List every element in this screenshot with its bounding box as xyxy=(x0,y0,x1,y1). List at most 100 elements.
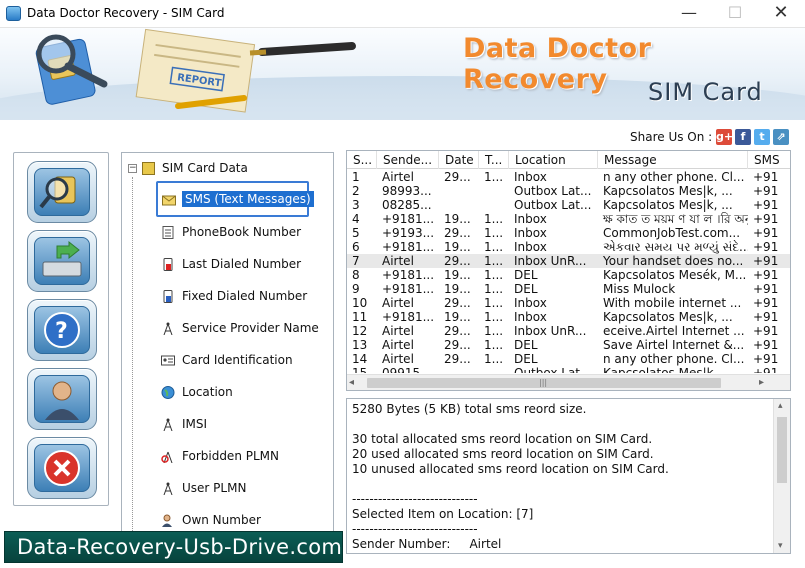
table-cell: Inbox xyxy=(514,212,547,226)
table-cell: +91 xyxy=(753,282,779,296)
table-row[interactable]: 9 +9181... 19... 1... DEL Miss Mulock +91 xyxy=(347,282,790,296)
footer-website: Data-Recovery-Usb-Drive.com xyxy=(17,535,343,559)
table-row[interactable]: 11 +9181... 19... 1... Inbox Kapcsolatos Mes|… xyxy=(347,310,790,324)
table-cell: n any other phone. Cl... xyxy=(603,352,745,366)
table-cell: 1 xyxy=(352,170,360,184)
table-row[interactable]: 1 Airtel 29... 1... Inbox n any other phone. … xyxy=(347,170,790,184)
scroll-down-icon[interactable]: ▾ xyxy=(778,541,783,551)
table-cell: 29... xyxy=(444,226,471,240)
tree-item-label: Fixed Dialed Number xyxy=(182,289,308,303)
table-cell: Airtel xyxy=(382,254,414,268)
own-number-icon xyxy=(162,514,172,527)
save-button[interactable] xyxy=(27,230,97,292)
table-cell: +91 xyxy=(753,184,779,198)
facebook-icon[interactable]: f xyxy=(735,129,751,145)
search-sim-button[interactable] xyxy=(27,161,97,223)
table-cell: Inbox xyxy=(514,240,547,254)
details-line: 20 used allocated sms reord location on … xyxy=(352,447,654,461)
details-panel[interactable]: 5280 Bytes (5 KB) total sms reord size. 3… xyxy=(346,398,791,554)
table-cell: DEL xyxy=(514,352,538,366)
table-cell: Kapcsolatos Mes|k, ... xyxy=(603,184,733,198)
help-button[interactable]: ? xyxy=(27,299,97,361)
table-cell: 09915 xyxy=(382,366,421,373)
col-header-location[interactable]: Location xyxy=(509,151,598,169)
col-header-sms-center[interactable]: SMS xyxy=(748,151,790,169)
table-row[interactable]: 10 Airtel 29... 1... Inbox With mobile intern… xyxy=(347,296,790,310)
tree-item-label: User PLMN xyxy=(182,481,247,495)
table-cell: 19... xyxy=(444,268,471,282)
col-header-date[interactable]: Date xyxy=(439,151,479,169)
footer-banner: Data-Recovery-Usb-Drive.com xyxy=(4,531,343,563)
table-cell: Outbox Lat... xyxy=(514,184,592,198)
table-cell xyxy=(439,184,479,198)
table-row[interactable]: 8 +9181... 19... 1... DEL Kapcsolatos Mesék, … xyxy=(347,268,790,282)
table-cell: 1... xyxy=(484,296,504,310)
table-cell: Kapcsolatos Mes|k, ... xyxy=(603,310,733,324)
col-header-time[interactable]: T... xyxy=(479,151,509,169)
scroll-thumb[interactable] xyxy=(777,417,787,483)
table-cell: 1... xyxy=(484,324,504,338)
close-button[interactable]: ✕ xyxy=(758,0,804,28)
share-icon[interactable]: ⇗ xyxy=(773,129,789,145)
table-cell: 29... xyxy=(444,296,471,310)
table-cell: +91 xyxy=(753,212,779,226)
table-row[interactable]: 6 +9181... 19... 1... Inbox એકવાર સમય પર મળ્ય… xyxy=(347,240,790,254)
exit-button[interactable] xyxy=(27,437,97,499)
table-cell: +91 xyxy=(753,310,779,324)
table-body: 1 Airtel 29... 1... Inbox n any other phone. … xyxy=(347,170,790,373)
svg-text:?: ? xyxy=(55,319,68,344)
header-banner: REPORT Data Doctor Recovery SIM Card xyxy=(0,28,805,120)
tree-item-label: Card Identification xyxy=(182,353,293,367)
tree-item-sms[interactable]: SMS (Text Messages) xyxy=(156,181,314,217)
scroll-up-icon[interactable]: ▴ xyxy=(778,401,783,411)
vertical-scrollbar[interactable]: ▴ ▾ xyxy=(773,399,790,553)
table-header: S... Sende... Date T... Location Message… xyxy=(347,151,790,169)
table-row[interactable]: 15 09915 Outbox Lat... Kapcsolatos Mes|k +91 xyxy=(347,366,790,373)
minimize-button[interactable]: — xyxy=(666,0,712,28)
table-cell: Inbox xyxy=(514,310,547,324)
table-cell: +91 xyxy=(753,240,779,254)
table-cell: 1... xyxy=(484,170,504,184)
table-cell: 3 xyxy=(352,198,360,212)
table-cell: Airtel xyxy=(382,338,414,352)
about-button[interactable] xyxy=(27,368,97,430)
table-cell: +91 xyxy=(753,366,779,373)
table-cell: 14 xyxy=(352,352,368,366)
tree-item-label: Service Provider Name xyxy=(182,321,319,335)
table-cell: +9181... xyxy=(382,212,435,226)
google-plus-icon[interactable]: g+ xyxy=(716,129,733,145)
col-header-sender[interactable]: Sende... xyxy=(377,151,439,169)
table-cell: Airtel xyxy=(382,296,414,310)
table-cell: 10 xyxy=(352,296,368,310)
details-line: Sender Number: Airtel xyxy=(352,537,502,551)
scroll-thumb[interactable]: ||| xyxy=(367,378,721,388)
table-row[interactable]: 3 08285... Outbox Lat... Kapcsolatos Mes|k,… xyxy=(347,198,790,212)
table-cell xyxy=(439,366,479,373)
table-row[interactable]: 12 Airtel 29... 1... Inbox UnR... eceive.Airt… xyxy=(347,324,790,338)
table-cell: Airtel xyxy=(382,324,414,338)
twitter-icon[interactable]: t xyxy=(754,129,770,145)
table-row[interactable]: 4 +9181... 19... 1... Inbox ক্ষ কাত ত ময়ম ণ … xyxy=(347,212,790,226)
table-row[interactable]: 2 98993... Outbox Lat... Kapcsolatos Mes|k,… xyxy=(347,184,790,198)
table-row[interactable]: 13 Airtel 29... 1... DEL Save Airtel Internet… xyxy=(347,338,790,352)
antenna-icon xyxy=(163,418,173,431)
horizontal-scrollbar[interactable]: ◂ ||| ▸ xyxy=(347,374,790,390)
table-cell: +91 xyxy=(753,352,779,366)
maximize-button[interactable]: ☐ xyxy=(712,0,758,28)
table-cell: 29... xyxy=(444,254,471,268)
table-cell: 13 xyxy=(352,338,368,352)
scroll-right-icon[interactable]: ▸ xyxy=(759,377,764,388)
left-toolbar: ? xyxy=(13,152,109,506)
table-row[interactable]: 7 Airtel 29... 1... Inbox UnR... Your handset… xyxy=(347,254,790,268)
col-header-serial[interactable]: S... xyxy=(347,151,377,169)
table-cell: 1... xyxy=(484,240,504,254)
antenna-icon xyxy=(163,482,173,495)
forbidden-antenna-icon xyxy=(161,451,173,463)
tree-root-label: SIM Card Data xyxy=(162,161,248,175)
scroll-left-icon[interactable]: ◂ xyxy=(349,377,354,388)
col-header-message[interactable]: Message xyxy=(598,151,748,169)
table-row[interactable]: 14 Airtel 29... 1... DEL n any other phone. C… xyxy=(347,352,790,366)
table-row[interactable]: 5 +9193... 29... 1... Inbox CommonJobTest.com… xyxy=(347,226,790,240)
table-cell: 1... xyxy=(484,282,504,296)
collapse-icon[interactable]: − xyxy=(128,164,137,173)
